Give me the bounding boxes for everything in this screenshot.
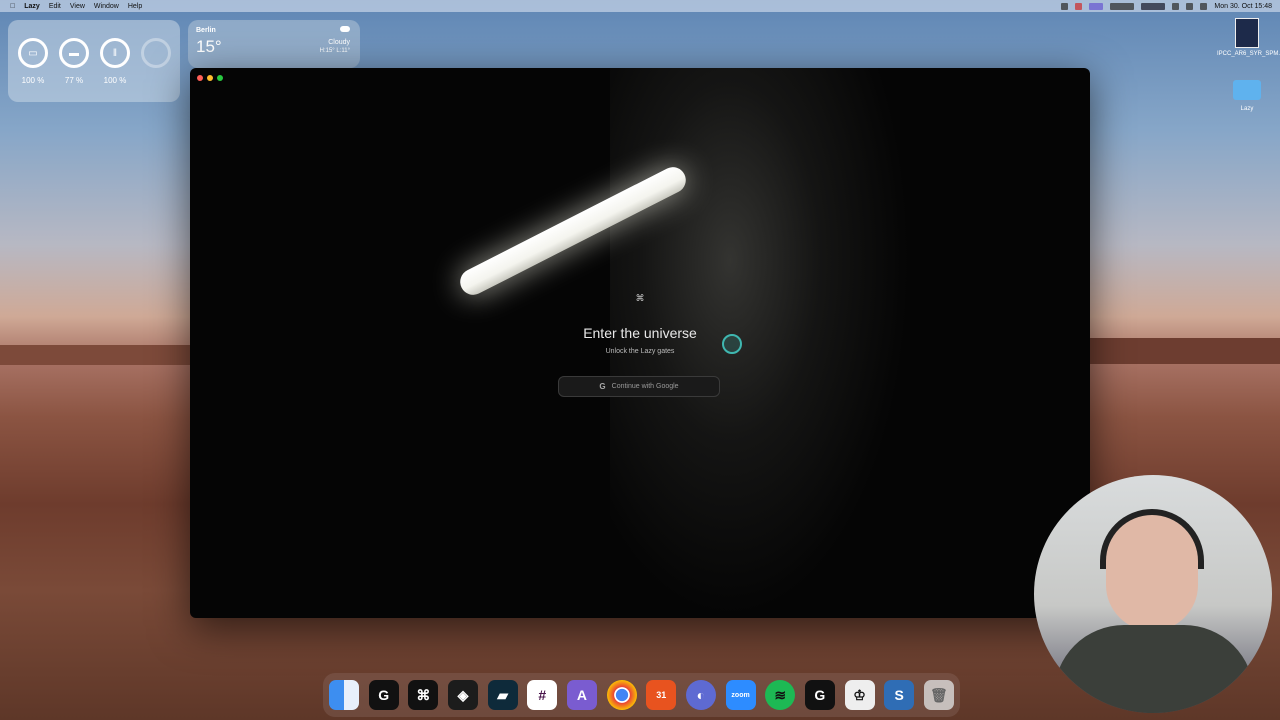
webcam-overlay bbox=[1034, 475, 1272, 713]
linear-icon[interactable]: ◐ bbox=[685, 680, 716, 710]
calendar-icon[interactable]: 31 bbox=[646, 680, 677, 710]
battery-level: 77 % bbox=[64, 76, 84, 85]
battery-level: 100 % bbox=[103, 76, 127, 85]
background-photo bbox=[610, 68, 910, 618]
raycast-icon[interactable]: ⌘ bbox=[408, 680, 439, 710]
lazy-window: ⌘ Enter the universe Unlock the Lazy gat… bbox=[190, 68, 1090, 618]
spotify-icon[interactable]: ≋ bbox=[765, 680, 796, 710]
close-button[interactable] bbox=[197, 75, 203, 81]
zoom-icon[interactable]: zoom bbox=[725, 680, 756, 710]
file-name: Lazy bbox=[1240, 106, 1254, 112]
slack-icon[interactable]: # bbox=[527, 680, 558, 710]
wifi-icon[interactable] bbox=[1172, 2, 1180, 10]
file-name: IPCC_AR6_SYR_SPM.pdf bbox=[1217, 51, 1280, 57]
person-body bbox=[1054, 625, 1254, 713]
bartender-icon[interactable]: ♔ bbox=[844, 680, 875, 710]
battery-widget: ▭ 100 % ▬ 77 % ǁ 100 % bbox=[8, 20, 180, 102]
headphones-icon bbox=[1100, 509, 1204, 569]
weather-temp: 15° bbox=[196, 37, 222, 56]
trash-icon[interactable]: 🗑 bbox=[923, 680, 954, 710]
desktop-folder-lazy[interactable]: Lazy bbox=[1217, 80, 1277, 112]
laptop-icon: ▭ bbox=[18, 38, 48, 68]
pdf-icon bbox=[1235, 18, 1259, 48]
menu-view[interactable]: View bbox=[70, 3, 85, 10]
volume-icon[interactable] bbox=[1186, 2, 1194, 10]
sequel-icon[interactable]: S bbox=[884, 680, 915, 710]
battery-level: 100 % bbox=[21, 76, 45, 85]
page-subtitle: Unlock the Lazy gates bbox=[605, 348, 675, 355]
status-icon[interactable] bbox=[1089, 2, 1104, 10]
airpods-icon: ǁ bbox=[100, 38, 130, 68]
page-title: Enter the universe bbox=[583, 325, 697, 341]
status-area: Mon 30. Oct 15:48 bbox=[1061, 0, 1272, 12]
folder-icon bbox=[1233, 80, 1261, 100]
weather-condition: Cloudy bbox=[328, 39, 350, 46]
desktop-file-pdf[interactable]: IPCC_AR6_SYR_SPM.pdf bbox=[1217, 18, 1280, 57]
affinity-icon[interactable]: A bbox=[566, 680, 597, 710]
cpu-graph-icon[interactable] bbox=[1141, 2, 1166, 10]
minimize-button[interactable] bbox=[207, 75, 213, 81]
menu-window[interactable]: Window bbox=[94, 3, 119, 10]
command-icon: ⌘ bbox=[635, 293, 645, 303]
menu-app-name[interactable]: Lazy bbox=[24, 3, 40, 10]
dock: G ⌘ ◈ ▰ # A 31 ◐ zoom ≋ G ♔ S 🗑 bbox=[323, 673, 960, 717]
mesa-left bbox=[0, 345, 190, 365]
control-center-icon[interactable] bbox=[1200, 2, 1208, 10]
case-icon: ▬ bbox=[59, 38, 89, 68]
network-stats-icon[interactable] bbox=[1110, 2, 1135, 10]
multi-icon[interactable]: ▰ bbox=[487, 680, 518, 710]
menu-edit[interactable]: Edit bbox=[49, 3, 61, 10]
menu-clock[interactable]: Mon 30. Oct 15:48 bbox=[1214, 3, 1272, 10]
stack-icon[interactable]: ◈ bbox=[447, 680, 478, 710]
weather-highlow: H:15° L:11° bbox=[319, 48, 350, 54]
google-icon: G bbox=[599, 382, 606, 391]
status-icon[interactable] bbox=[1061, 2, 1069, 10]
weather-city: Berlin bbox=[196, 27, 216, 34]
zoom-button[interactable] bbox=[217, 75, 223, 81]
apple-menu-icon[interactable]:  bbox=[10, 3, 15, 10]
finder-icon[interactable] bbox=[329, 680, 359, 710]
logitech-ghub-icon[interactable]: G bbox=[804, 680, 835, 710]
mesa-right bbox=[1090, 338, 1280, 364]
status-icon[interactable] bbox=[1075, 2, 1083, 10]
cursor-highlight bbox=[722, 334, 742, 354]
empty-slot-icon bbox=[141, 38, 171, 68]
weather-widget: Berlin 15° Cloudy H:15° L:11° bbox=[188, 20, 360, 68]
logitech-icon[interactable]: G bbox=[368, 680, 399, 710]
menu-help[interactable]: Help bbox=[128, 3, 142, 10]
google-button-label: Continue with Google bbox=[611, 383, 679, 390]
chrome-icon[interactable] bbox=[606, 680, 637, 710]
continue-with-google-button[interactable]: G Continue with Google bbox=[558, 376, 720, 397]
cloud-icon bbox=[340, 26, 350, 32]
